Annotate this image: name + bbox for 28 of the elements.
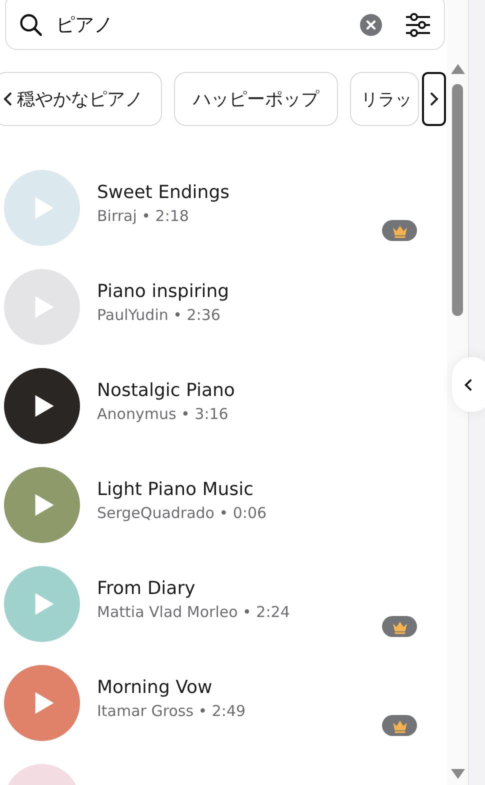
chevron-right-icon — [429, 91, 439, 107]
clear-icon[interactable] — [360, 14, 382, 36]
play-icon[interactable] — [33, 394, 55, 418]
filter-icon[interactable] — [404, 11, 432, 39]
search-field[interactable]: ピアノ — [5, 0, 445, 50]
chevron-left-icon[interactable] — [3, 91, 13, 107]
chevron-left-icon — [464, 378, 473, 392]
scroll-down-icon[interactable] — [450, 769, 464, 779]
scrollbar-thumb[interactable] — [452, 84, 463, 316]
track-title: Sweet Endings — [97, 182, 230, 202]
track-artist-duration: PaulYudin • 2:36 — [97, 306, 222, 324]
track-artist-duration: Anonymus • 3:16 — [97, 404, 230, 422]
search-input[interactable]: ピアノ — [54, 13, 350, 37]
track-artist-duration: Mattia Vlad Morleo • 2:24 — [97, 602, 290, 620]
track-artist-duration: Itamar Gross • 2:49 — [97, 702, 246, 720]
scroll-right-button[interactable] — [422, 72, 446, 126]
track-title: Morning Vow — [97, 676, 214, 698]
filter-chip[interactable]: リラッ — [350, 72, 419, 126]
scroll-up-icon[interactable] — [450, 64, 464, 74]
filter-chip[interactable]: ハッピーポップ — [174, 72, 338, 126]
search-icon — [18, 12, 44, 38]
track-title: From Diary — [97, 578, 196, 598]
track-title: Piano inspiring — [97, 280, 230, 302]
filter-chip[interactable]: 穏やかなピアノ — [0, 72, 162, 126]
track-artist-duration: Birraj • 2:18 — [97, 206, 190, 224]
track-title: Light Piano Music — [97, 478, 254, 500]
track-title: Nostalgic Piano — [97, 380, 235, 400]
track-artist-duration: SergeQuadrado • 0:06 — [97, 504, 267, 522]
